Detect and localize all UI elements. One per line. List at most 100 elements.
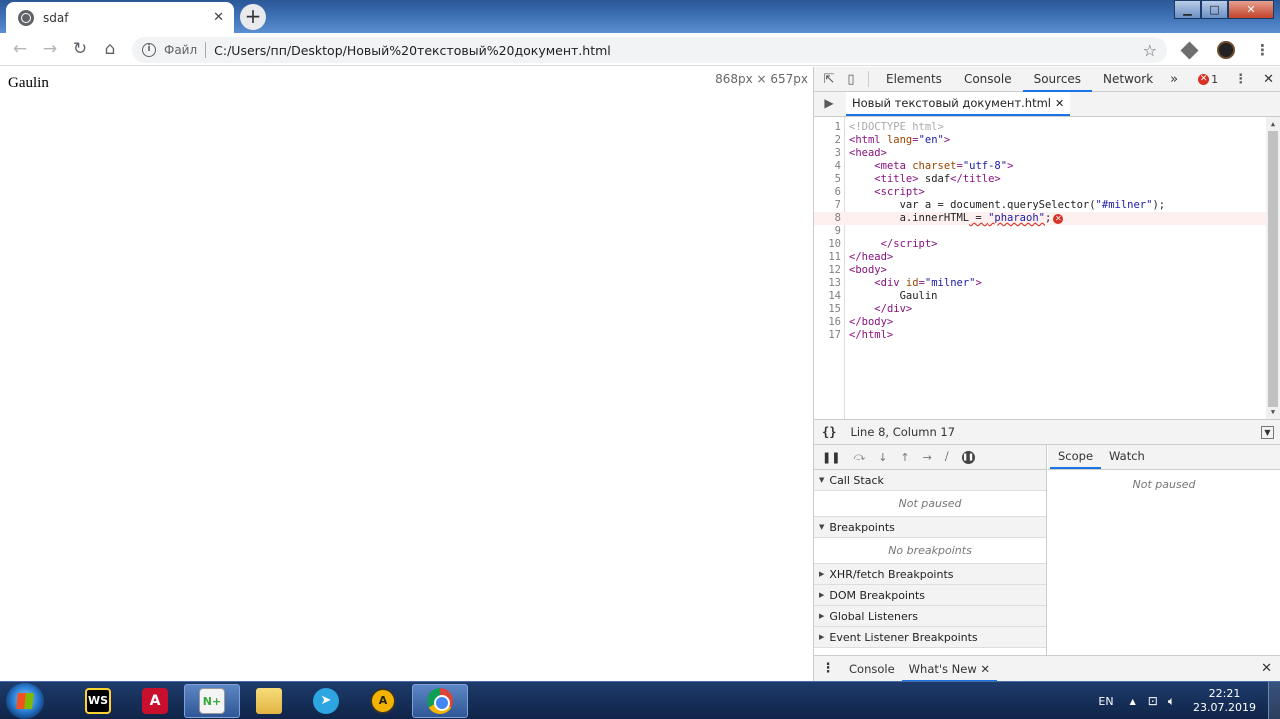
line-number[interactable]: 3: [814, 147, 841, 160]
line-number[interactable]: 9: [814, 225, 841, 238]
debugger-toggle-icon[interactable]: ▼: [1261, 426, 1274, 439]
scroll-down-icon[interactable]: ▼: [1266, 408, 1280, 416]
info-icon[interactable]: i: [142, 43, 156, 57]
taskbar-app-aimp[interactable]: A: [355, 684, 411, 718]
tab-close-icon[interactable]: ✕: [213, 10, 224, 25]
code-line[interactable]: 11 </head>: [814, 251, 1266, 264]
forward-arrow-icon[interactable]: →: [35, 39, 65, 59]
tab-sources[interactable]: Sources: [1022, 67, 1093, 92]
new-tab-button[interactable]: +: [240, 4, 266, 30]
drawer-close-icon[interactable]: ✕: [1261, 661, 1272, 676]
taskbar-app-notepad-plus[interactable]: N+: [184, 684, 240, 718]
line-number[interactable]: 13: [814, 277, 841, 290]
editor-scrollbar[interactable]: ▲ ▼: [1266, 117, 1280, 419]
code-line[interactable]: 12 <body>: [814, 264, 1266, 277]
code-line[interactable]: 13 <div id="milner">: [814, 277, 1266, 290]
line-number[interactable]: 17: [814, 329, 841, 342]
code-line[interactable]: 16 </body>: [814, 316, 1266, 329]
taskbar-app-chrome[interactable]: [412, 684, 468, 718]
maximize-button[interactable]: □: [1201, 0, 1228, 19]
line-number[interactable]: 4: [814, 160, 841, 173]
home-icon[interactable]: ⌂: [95, 39, 125, 59]
minimize-button[interactable]: ▁: [1174, 0, 1201, 19]
line-number[interactable]: 15: [814, 303, 841, 316]
start-button[interactable]: [6, 683, 44, 719]
line-number[interactable]: 2: [814, 134, 841, 147]
open-file-tab[interactable]: Новый текстовый документ.html ✕: [846, 91, 1071, 116]
dom-breakpoints-header[interactable]: ▶ DOM Breakpoints: [814, 585, 1046, 606]
event-listener-breakpoints-header[interactable]: ▶ Event Listener Breakpoints: [814, 627, 1046, 648]
pause-on-exceptions-icon[interactable]: ❚❚: [961, 450, 975, 464]
file-tab-close-icon[interactable]: ✕: [1055, 97, 1064, 110]
code-line[interactable]: 6 <script>: [814, 186, 1266, 199]
taskbar-app-webstorm[interactable]: WS: [70, 684, 126, 718]
line-number[interactable]: 1: [814, 121, 841, 134]
step-out-icon[interactable]: ↑: [900, 451, 909, 464]
deactivate-breakpoints-icon[interactable]: ⧸: [945, 450, 949, 464]
taskbar-app-explorer[interactable]: [241, 684, 297, 718]
line-number[interactable]: 5: [814, 173, 841, 186]
devtools-menu-icon[interactable]: ⋮: [1234, 72, 1247, 87]
more-tabs-icon[interactable]: »: [1164, 72, 1184, 87]
show-desktop-button[interactable]: [1268, 682, 1280, 719]
code-line[interactable]: 8 a.innerHTML = "pharaoh"; ✕: [814, 212, 1266, 225]
tab-watch[interactable]: Watch: [1101, 444, 1153, 469]
taskbar-app-telegram[interactable]: ➤: [298, 684, 354, 718]
line-number[interactable]: 14: [814, 290, 841, 303]
url-text[interactable]: C:/Users/пп/Desktop/Новый%20текстовый%20…: [214, 43, 611, 58]
browser-tab[interactable]: sdaf ✕: [6, 2, 234, 33]
pause-icon[interactable]: ❚❚: [822, 451, 840, 464]
code-editor[interactable]: 1 <!DOCTYPE html> 2 <html lang="en"> 3 <head>…: [814, 117, 1280, 419]
line-number[interactable]: 10: [814, 238, 841, 251]
tab-console[interactable]: Console: [953, 67, 1023, 92]
back-arrow-icon[interactable]: ←: [5, 39, 35, 59]
line-number[interactable]: 11: [814, 251, 841, 264]
menu-dots-icon[interactable]: ⋮: [1255, 41, 1270, 59]
clock[interactable]: 22:21 23.07.2019: [1193, 687, 1256, 715]
call-stack-header[interactable]: ▼ Call Stack: [814, 470, 1046, 491]
code-line[interactable]: 1 <!DOCTYPE html>: [814, 121, 1266, 134]
error-count-badge[interactable]: ✕ 1: [1198, 73, 1218, 86]
reload-icon[interactable]: ↻: [65, 39, 95, 59]
line-number[interactable]: 12: [814, 264, 841, 277]
code-line[interactable]: 14 Gaulin: [814, 290, 1266, 303]
device-toolbar-icon[interactable]: ▯: [840, 72, 862, 87]
scroll-up-icon[interactable]: ▲: [1266, 120, 1280, 128]
code-line[interactable]: 3 <head>: [814, 147, 1266, 160]
scrollbar-thumb[interactable]: [1268, 131, 1278, 407]
code-line[interactable]: 15 </div>: [814, 303, 1266, 316]
step-into-icon[interactable]: ↓: [878, 451, 887, 464]
code-line[interactable]: 7 var a = document.querySelector("#milne…: [814, 199, 1266, 212]
step-over-icon[interactable]: ⤼: [853, 450, 865, 464]
language-indicator[interactable]: EN: [1098, 695, 1113, 708]
xhr-breakpoints-header[interactable]: ▶ XHR/fetch Breakpoints: [814, 564, 1046, 585]
code-line[interactable]: 9: [814, 225, 1266, 238]
code-line[interactable]: 4 <meta charset="utf-8">: [814, 160, 1266, 173]
tab-network[interactable]: Network: [1092, 67, 1164, 92]
tab-scope[interactable]: Scope: [1050, 444, 1102, 469]
line-number[interactable]: 16: [814, 316, 841, 329]
code-line[interactable]: 17 </html>: [814, 329, 1266, 342]
line-number[interactable]: 7: [814, 199, 841, 212]
tab-elements[interactable]: Elements: [875, 67, 953, 92]
code-line[interactable]: 2 <html lang="en">: [814, 134, 1266, 147]
tray-expand-icon[interactable]: ▲: [1130, 697, 1136, 706]
pretty-print-button[interactable]: {}: [822, 425, 836, 439]
address-bar[interactable]: i Файл C:/Users/пп/Desktop/Новый%20текст…: [132, 37, 1167, 63]
breakpoints-header[interactable]: ▼ Breakpoints: [814, 517, 1046, 538]
bookmark-star-icon[interactable]: ☆: [1143, 41, 1157, 60]
extension-cube-icon[interactable]: [1180, 40, 1199, 60]
drawer-tab-console[interactable]: Console: [842, 656, 902, 682]
navigator-toggle-icon[interactable]: ▶: [814, 91, 844, 116]
devtools-close-icon[interactable]: ✕: [1263, 72, 1274, 87]
window-close-button[interactable]: ✕: [1228, 0, 1274, 19]
drawer-tab-close-icon[interactable]: ✕: [980, 662, 990, 676]
profile-avatar[interactable]: [1217, 41, 1235, 59]
code-line[interactable]: 5 <title> sdaf</title>: [814, 173, 1266, 186]
volume-icon[interactable]: 🔈︎: [1168, 694, 1175, 709]
line-number[interactable]: 8: [814, 212, 841, 225]
inspect-element-icon[interactable]: ⇱: [818, 72, 840, 87]
drawer-menu-icon[interactable]: ⋮: [814, 661, 842, 676]
global-listeners-header[interactable]: ▶ Global Listeners: [814, 606, 1046, 627]
code-line[interactable]: 10 </script>: [814, 238, 1266, 251]
